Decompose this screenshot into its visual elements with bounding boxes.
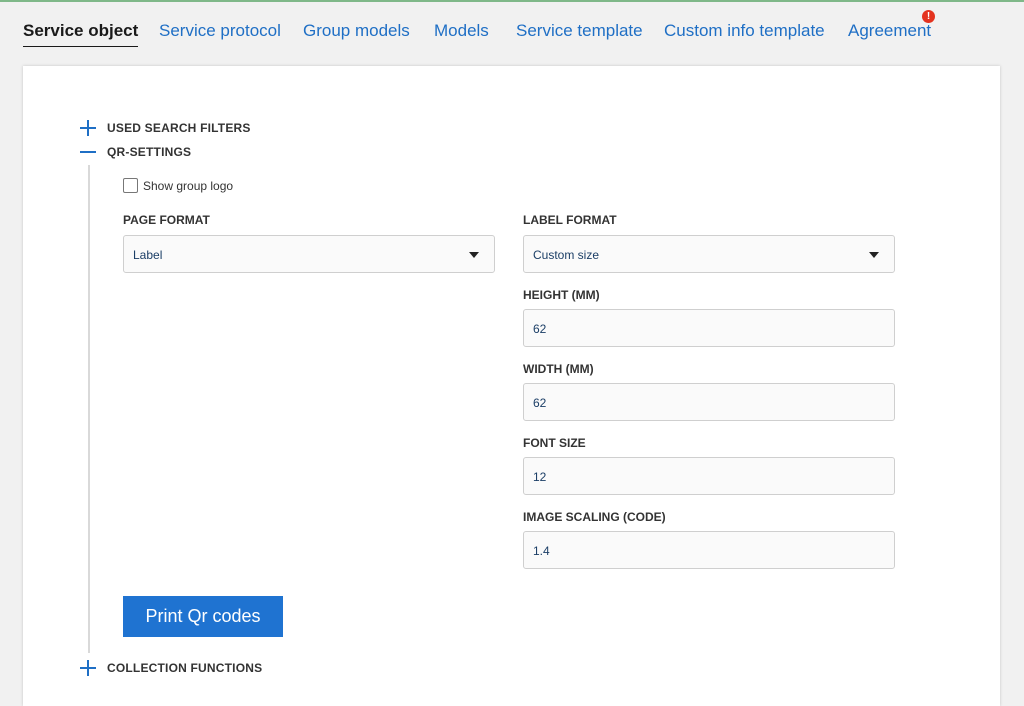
width-label: WIDTH (MM) — [523, 362, 594, 376]
font-size-input[interactable]: 12 — [523, 457, 895, 495]
collection-functions-heading[interactable]: COLLECTION FUNCTIONS — [107, 661, 262, 675]
tab-bar: Service object Service protocol Group mo… — [0, 0, 1024, 60]
qr-settings-heading[interactable]: QR-SETTINGS — [107, 145, 191, 159]
page-format-select[interactable]: Label — [123, 235, 495, 273]
tab-models[interactable]: Models — [434, 20, 489, 42]
font-size-label: FONT SIZE — [523, 436, 586, 450]
height-label: HEIGHT (MM) — [523, 288, 600, 302]
chevron-down-icon — [469, 252, 479, 258]
tab-custom-info-template[interactable]: Custom info template — [664, 20, 825, 42]
tab-agreement[interactable]: Agreement — [848, 20, 931, 42]
page-format-label: PAGE FORMAT — [123, 213, 210, 227]
print-qr-codes-button[interactable]: Print Qr codes — [123, 596, 283, 637]
show-group-logo-label[interactable]: Show group logo — [143, 179, 233, 193]
page-format-value: Label — [133, 248, 163, 262]
image-scaling-input[interactable]: 1.4 — [523, 531, 895, 569]
expand-used-search-filters-icon[interactable] — [79, 119, 97, 137]
tab-service-protocol[interactable]: Service protocol — [159, 20, 281, 42]
show-group-logo-checkbox[interactable] — [123, 178, 138, 193]
used-search-filters-heading[interactable]: USED SEARCH FILTERS — [107, 121, 251, 135]
label-format-value: Custom size — [533, 248, 600, 262]
section-tree-line — [88, 165, 90, 653]
tab-service-object[interactable]: Service object — [23, 20, 139, 47]
image-scaling-label: IMAGE SCALING (CODE) — [523, 510, 666, 524]
chevron-down-icon — [869, 252, 879, 258]
expand-collection-functions-icon[interactable] — [79, 659, 97, 677]
agreement-alert-badge: ! — [922, 10, 935, 23]
label-format-label: LABEL FORMAT — [523, 213, 617, 227]
collapse-qr-settings-icon[interactable] — [79, 143, 97, 161]
tab-service-template[interactable]: Service template — [516, 20, 643, 42]
width-input[interactable]: 62 — [523, 383, 895, 421]
height-input[interactable]: 62 — [523, 309, 895, 347]
label-format-select[interactable]: Custom size — [523, 235, 895, 273]
tab-group-models[interactable]: Group models — [303, 20, 410, 42]
